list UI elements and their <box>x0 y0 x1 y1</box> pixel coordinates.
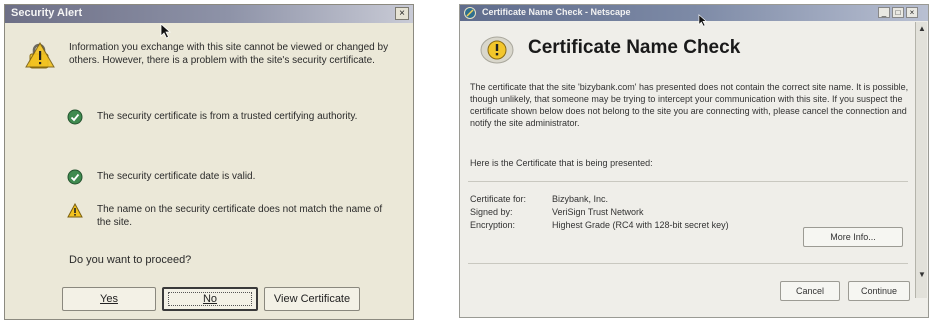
warning-badge-icon <box>480 36 514 64</box>
divider <box>468 263 908 264</box>
more-info-button[interactable]: More Info... <box>803 227 903 247</box>
no-button[interactable]: No <box>162 287 258 311</box>
continue-button[interactable]: Continue <box>848 281 910 301</box>
maximize-button[interactable]: □ <box>892 7 904 18</box>
alert-message: Information you exchange with this site … <box>69 42 389 66</box>
yes-label: Yes <box>100 293 118 305</box>
check-icon <box>67 169 83 185</box>
certificate-for-label: Certificate for: <box>470 194 527 204</box>
security-alert-dialog: Security Alert × Information you exchang… <box>4 4 414 320</box>
encryption-value: Highest Grade (RC4 with 128-bit secret k… <box>552 220 729 230</box>
check-icon <box>67 109 83 125</box>
close-button[interactable]: × <box>906 7 918 18</box>
certificate-name-check-window: Certificate Name Check - Netscape _ □ × … <box>459 4 929 318</box>
encryption-label: Encryption: <box>470 220 516 230</box>
warning-icon <box>67 203 83 218</box>
view-certificate-button[interactable]: View Certificate <box>264 287 360 311</box>
check-text: The security certificate is from a trust… <box>97 111 358 122</box>
check-text: The security certificate date is valid. <box>97 171 256 182</box>
title-bar: Security Alert × <box>5 5 413 23</box>
window-title: Certificate Name Check - Netscape <box>482 7 631 17</box>
netscape-icon <box>464 7 476 19</box>
minimize-button[interactable]: _ <box>878 7 890 18</box>
view-certificate-label: View Certificate <box>273 293 351 305</box>
cancel-button[interactable]: Cancel <box>780 281 840 301</box>
divider <box>468 181 908 182</box>
explanation-text: The certificate that the site 'bizybank.… <box>470 82 909 128</box>
vertical-scrollbar[interactable]: ▲ ▼ <box>915 22 927 298</box>
signed-by-label: Signed by: <box>470 207 513 217</box>
yes-button[interactable]: Yes <box>62 287 156 311</box>
scroll-up-arrow-icon[interactable]: ▲ <box>918 24 926 33</box>
proceed-question: Do you want to proceed? <box>69 254 192 266</box>
dialog-heading: Certificate Name Check <box>528 37 741 58</box>
title-bar: Certificate Name Check - Netscape _ □ × <box>460 5 928 21</box>
signed-by-value: VeriSign Trust Network <box>552 207 644 217</box>
certificate-for-value: Bizybank, Inc. <box>552 194 609 204</box>
padlock-warning-icon <box>25 42 55 69</box>
dialog-title: Security Alert <box>11 7 83 19</box>
mouse-cursor-icon <box>698 14 708 27</box>
warning-text: The name on the security certificate doe… <box>97 204 383 228</box>
mouse-cursor-icon <box>160 23 172 39</box>
scroll-down-arrow-icon[interactable]: ▼ <box>918 270 926 279</box>
close-button[interactable]: × <box>395 7 409 20</box>
no-label: No <box>202 293 218 305</box>
certificate-intro: Here is the Certificate that is being pr… <box>470 158 653 168</box>
